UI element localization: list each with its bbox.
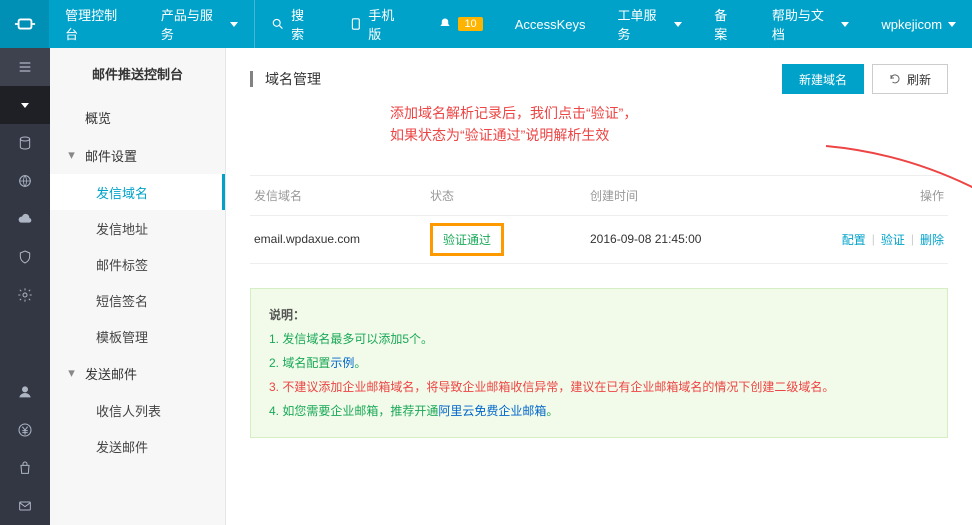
nav-account-label: wpkejicom — [881, 17, 942, 32]
menu-sender-domain[interactable]: 发信域名 — [50, 174, 225, 210]
aliyun-mail-link[interactable]: 阿里云免费企业邮箱 — [438, 404, 546, 418]
annotation-overlay: 添加域名解析记录后，我们点击“验证”， 如果状态为“验证通过”说明解析生效 — [390, 102, 948, 147]
rail-database[interactable] — [0, 124, 50, 162]
action-config[interactable]: 配置 — [842, 231, 866, 248]
nav-search[interactable]: 搜索 — [255, 0, 332, 48]
side-menu: 邮件推送控制台 概览 ▾邮件设置 发信域名 发信地址 邮件标签 短信签名 模板管… — [50, 48, 226, 525]
database-icon — [17, 135, 33, 151]
example-link[interactable]: 示例 — [330, 356, 354, 370]
nav-search-label: 搜索 — [291, 5, 316, 43]
chevron-down-icon — [230, 22, 238, 27]
action-delete[interactable]: 删除 — [920, 231, 944, 248]
nav-products[interactable]: 产品与服务 — [145, 0, 255, 48]
nav-tickets[interactable]: 工单服务 — [602, 0, 699, 48]
globe-icon — [17, 173, 33, 189]
rail-menu-toggle[interactable] — [0, 48, 50, 86]
menu-sms-sign[interactable]: 短信签名 — [50, 282, 225, 318]
refresh-icon — [889, 73, 901, 85]
nav-mobile[interactable]: 手机版 — [333, 0, 423, 48]
phone-icon — [349, 17, 363, 31]
title-bar — [250, 71, 253, 87]
bag-icon — [17, 460, 33, 476]
table-row: email.wpdaxue.com 验证通过 2016-09-08 21:45:… — [250, 216, 948, 264]
page-title: 域名管理 — [265, 69, 321, 89]
nav-mobile-label: 手机版 — [368, 5, 406, 43]
note-line-4: 4. 如您需要企业邮箱，推荐开通阿里云免费企业邮箱。 — [269, 399, 929, 423]
table-header: 发信域名 状态 创建时间 操作 — [250, 176, 948, 216]
th-status: 状态 — [430, 187, 590, 204]
rail-settings[interactable] — [0, 276, 50, 314]
rail-globe[interactable] — [0, 162, 50, 200]
nav-help[interactable]: 帮助与文档 — [756, 0, 866, 48]
nav-help-label: 帮助与文档 — [772, 5, 836, 43]
action-verify[interactable]: 验证 — [881, 231, 905, 248]
icon-rail — [0, 48, 50, 525]
menu-mail-settings[interactable]: ▾邮件设置 — [50, 136, 225, 174]
nav-beian[interactable]: 备案 — [698, 0, 756, 48]
th-time: 创建时间 — [590, 187, 748, 204]
menu-mail-tag[interactable]: 邮件标签 — [50, 246, 225, 282]
bell-icon — [438, 17, 452, 31]
chevron-down-icon — [948, 22, 956, 27]
search-icon — [271, 17, 285, 31]
gear-icon — [17, 287, 33, 303]
logo[interactable] — [0, 0, 49, 48]
chevron-down-icon — [674, 22, 682, 27]
nav-accesskeys[interactable]: AccessKeys — [499, 0, 602, 48]
main-content: 域名管理 新建域名 刷新 添加域名解析记录后，我们点击“验证”， 如果状态为“验… — [226, 48, 972, 525]
rail-user[interactable] — [0, 373, 50, 411]
note-line-1: 1. 发信域名最多可以添加5个。 — [269, 327, 929, 351]
nav-account[interactable]: wpkejicom — [865, 0, 972, 48]
rail-shield[interactable] — [0, 238, 50, 276]
rail-collapse[interactable] — [0, 86, 50, 124]
notes-panel: 说明： 1. 发信域名最多可以添加5个。 2. 域名配置示例。 3. 不建议添加… — [250, 288, 948, 438]
chevron-down-icon — [21, 103, 29, 108]
new-domain-button[interactable]: 新建域名 — [782, 64, 864, 94]
rail-mail[interactable] — [0, 487, 50, 525]
cell-domain: email.wpdaxue.com — [250, 232, 430, 246]
menu-send-mail[interactable]: ▾发送邮件 — [50, 354, 225, 392]
cell-actions: 配置 | 验证 | 删除 — [748, 231, 948, 248]
menu-title: 邮件推送控制台 — [50, 48, 225, 98]
nav-notifications[interactable]: 10 — [422, 0, 498, 48]
page-header: 域名管理 新建域名 刷新 — [250, 64, 948, 94]
nav-console[interactable]: 管理控制台 — [49, 0, 145, 48]
nav-products-label: 产品与服务 — [161, 5, 225, 43]
cell-status: 验证通过 — [430, 223, 590, 256]
status-badge: 验证通过 — [430, 223, 504, 256]
mail-icon — [17, 498, 33, 514]
cell-time: 2016-09-08 21:45:00 — [590, 232, 748, 246]
menu-sender-address[interactable]: 发信地址 — [50, 210, 225, 246]
note-line-3: 3. 不建议添加企业邮箱域名，将导致企业邮箱收信异常，建议在已有企业邮箱域名的情… — [269, 375, 929, 399]
menu-recipients[interactable]: 收信人列表 — [50, 392, 225, 428]
th-action: 操作 — [748, 187, 948, 204]
yen-icon — [17, 422, 33, 438]
menu-template[interactable]: 模板管理 — [50, 318, 225, 354]
th-domain: 发信域名 — [250, 187, 430, 204]
nav-tickets-label: 工单服务 — [618, 5, 669, 43]
refresh-button[interactable]: 刷新 — [872, 64, 948, 94]
brand-icon — [14, 13, 36, 35]
shield-icon — [17, 249, 33, 265]
rail-market[interactable] — [0, 449, 50, 487]
note-line-2: 2. 域名配置示例。 — [269, 351, 929, 375]
rail-dns[interactable] — [0, 200, 50, 238]
menu-do-send[interactable]: 发送邮件 — [50, 428, 225, 464]
cloud-icon — [17, 211, 33, 227]
top-bar: 管理控制台 产品与服务 搜索 手机版 10 AccessKeys 工单服务 备案… — [0, 0, 972, 48]
notes-label: 说明： — [269, 303, 929, 327]
user-icon — [17, 384, 33, 400]
chevron-down-icon — [841, 22, 849, 27]
rail-billing[interactable] — [0, 411, 50, 449]
menu-overview[interactable]: 概览 — [50, 98, 225, 136]
notification-badge: 10 — [458, 17, 482, 31]
menu-icon — [17, 59, 33, 75]
domain-table: 发信域名 状态 创建时间 操作 email.wpdaxue.com 验证通过 2… — [250, 175, 948, 264]
